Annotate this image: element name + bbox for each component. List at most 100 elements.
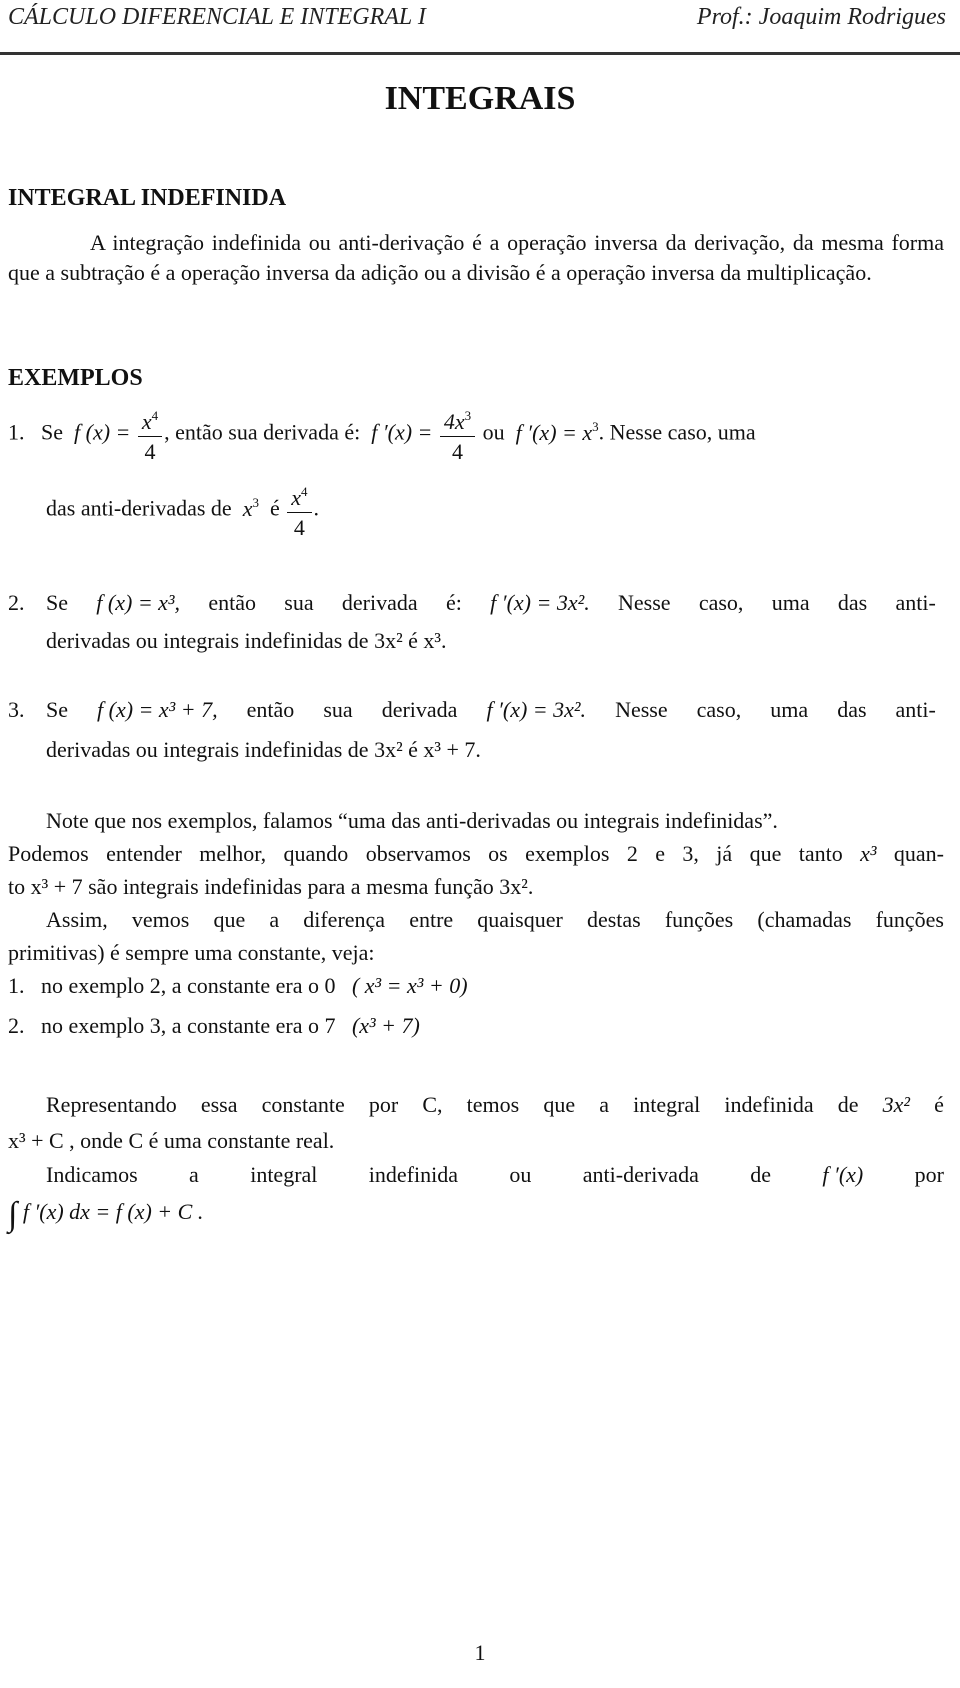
page-number: 1 bbox=[474, 1640, 486, 1665]
representation-line-3: Indicamos a integral indefinida ou anti-deriv… bbox=[46, 1162, 944, 1188]
formula-x3: x3 bbox=[242, 494, 259, 521]
word: a bbox=[189, 1162, 199, 1187]
integral-formula: ∫ f ′(x) dx = f (x) + C . bbox=[8, 1196, 203, 1234]
word: integral bbox=[633, 1092, 701, 1117]
professor-name: Prof.: Joaquim Rodrigues bbox=[696, 4, 946, 30]
word: é: bbox=[445, 590, 462, 615]
representation-line-1: Representando essa constante por C, temos que a… bbox=[46, 1092, 944, 1118]
word: funções bbox=[875, 907, 944, 932]
word: que bbox=[749, 841, 782, 866]
word: sua bbox=[284, 590, 314, 615]
word: x³ bbox=[860, 841, 877, 866]
word: caso, bbox=[696, 697, 742, 722]
word: por bbox=[368, 1092, 399, 1117]
word: já bbox=[716, 841, 733, 866]
word: Se bbox=[46, 590, 68, 615]
word: Representando bbox=[46, 1092, 177, 1117]
section-heading: INTEGRAL INDEFINIDA bbox=[8, 185, 287, 211]
word: Indicamos bbox=[46, 1162, 138, 1187]
note-line-1: Note que nos exemplos, falamos “uma das … bbox=[46, 808, 778, 833]
word: melhor, bbox=[199, 841, 267, 866]
word: diferença bbox=[303, 907, 386, 932]
word: entre bbox=[409, 907, 454, 932]
word: f ′(x) bbox=[822, 1162, 864, 1187]
word: 3, bbox=[682, 841, 699, 866]
word: uma bbox=[771, 590, 810, 615]
note-line-5: primitivas) é sempre uma constante, veja… bbox=[8, 940, 375, 965]
word: é bbox=[934, 1092, 944, 1117]
fraction-x4-over-4: x4 4 bbox=[287, 478, 312, 543]
word: integral bbox=[250, 1162, 318, 1187]
example-2-line-2: derivadas ou integrais indefinidas de 3x… bbox=[46, 628, 447, 653]
header-divider bbox=[0, 52, 960, 55]
word: funções bbox=[664, 907, 734, 932]
word: Nesse bbox=[618, 590, 671, 615]
note-line-2: Podemos entender melhor, quando observamos os… bbox=[8, 841, 944, 867]
word: f (x) = x³ + 7, bbox=[97, 697, 218, 722]
word: Se bbox=[46, 697, 68, 722]
note-line-3: to x³ + 7 são integrais indefinidas para… bbox=[8, 874, 534, 899]
word: (chamadas bbox=[757, 907, 852, 932]
word: por bbox=[914, 1162, 944, 1187]
formula-fprime: f ′(x) = bbox=[371, 419, 433, 445]
word: das bbox=[837, 590, 868, 615]
word: vemos bbox=[131, 907, 190, 932]
word: destas bbox=[586, 907, 641, 932]
word: exemplos bbox=[525, 841, 610, 866]
text: , então sua derivada é: bbox=[164, 419, 361, 445]
word: de bbox=[837, 1092, 859, 1117]
word: os bbox=[488, 841, 508, 866]
word: Nesse bbox=[615, 697, 668, 722]
word: essa bbox=[200, 1092, 238, 1117]
text: . Nesse caso, uma bbox=[598, 419, 756, 445]
word: quando bbox=[283, 841, 349, 866]
word: quan- bbox=[893, 841, 944, 866]
example-2-line-1: 2. Se f (x) = x³, então sua derivada é: f ′(x)… bbox=[8, 590, 944, 616]
example-3-line-1: 3. Se f (x) = x³ + 7, então sua derivada f ′(… bbox=[8, 697, 944, 723]
word: f (x) = x³, bbox=[96, 590, 181, 615]
word: então bbox=[208, 590, 256, 615]
integral-sign-icon: ∫ bbox=[8, 1196, 18, 1233]
intro-paragraph: A integração indefinida ou anti-derivaçã… bbox=[8, 230, 944, 285]
example-number: 2. bbox=[8, 590, 25, 615]
formula-fx: f (x) = bbox=[74, 419, 131, 445]
word: f ′(x) = 3x². bbox=[486, 697, 587, 722]
word: indefinida bbox=[724, 1092, 814, 1117]
constants-list-item-2: 2. no exemplo 3, a constante era o 7 (x³… bbox=[8, 1013, 420, 1038]
word: das bbox=[837, 697, 867, 722]
word: a bbox=[599, 1092, 609, 1117]
word: que bbox=[213, 907, 246, 932]
word: Se bbox=[41, 419, 63, 445]
constants-list-item-1: 1. no exemplo 2, a constante era o 0 ( x… bbox=[8, 973, 468, 998]
examples-heading: EXEMPLOS bbox=[8, 365, 143, 391]
fraction-4x3-over-4: 4x3 4 bbox=[439, 402, 476, 467]
word: quaisquer bbox=[477, 907, 563, 932]
word: constante bbox=[261, 1092, 345, 1117]
example-3-line-2: derivadas ou integrais indefinidas de 3x… bbox=[46, 737, 481, 762]
word: anti- bbox=[895, 697, 936, 722]
word: 3x² bbox=[882, 1092, 911, 1117]
example-number: 3. bbox=[8, 697, 25, 722]
formula-fprime-x3: f ′(x) = x3 bbox=[515, 418, 599, 445]
word: ou bbox=[509, 1162, 532, 1187]
example-1-line-1: 1. Se f (x) = x4 4, então sua derivada é:… bbox=[8, 402, 756, 467]
course-title: CÁLCULO DIFERENCIAL E INTEGRAL I bbox=[8, 4, 426, 30]
text: ou bbox=[482, 419, 505, 445]
word: de bbox=[750, 1162, 771, 1187]
word: que bbox=[543, 1092, 576, 1117]
word: f ′(x) = 3x². bbox=[490, 590, 590, 615]
word: sua bbox=[323, 697, 353, 722]
text: das anti-derivadas de bbox=[46, 495, 232, 521]
note-line-4: Assim, vemos que a diferença entre quaisquer de… bbox=[46, 907, 944, 933]
fraction-x4-over-4: x4 4 bbox=[137, 402, 163, 467]
word: uma bbox=[770, 697, 809, 722]
word: caso, bbox=[698, 590, 744, 615]
word: derivada bbox=[381, 697, 458, 722]
word: Podemos bbox=[8, 841, 89, 866]
word: a bbox=[269, 907, 280, 932]
word: derivada bbox=[341, 590, 418, 615]
word: 2 bbox=[626, 841, 638, 866]
word: anti- bbox=[895, 590, 936, 615]
word: Assim, bbox=[46, 907, 108, 932]
example-number: 1. bbox=[8, 419, 25, 445]
